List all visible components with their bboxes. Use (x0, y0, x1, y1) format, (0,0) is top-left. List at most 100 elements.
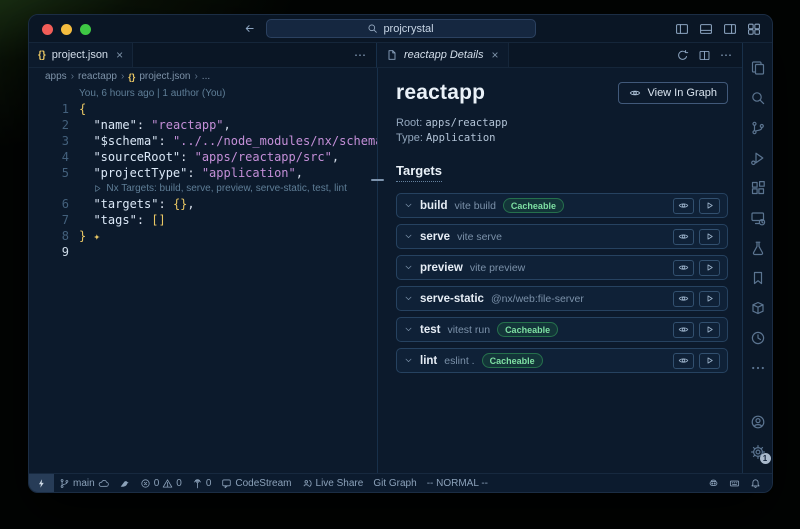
activity-item-testing[interactable] (743, 233, 773, 263)
close-icon[interactable]: × (492, 48, 499, 62)
activity-item-source-control[interactable] (743, 113, 773, 143)
status-remote-indicator[interactable] (29, 474, 54, 492)
tab-project-json[interactable]: {} project.json × (29, 43, 133, 67)
command-center-search[interactable]: projcrystal (266, 19, 536, 38)
code-line[interactable]: 8} ✦ (29, 228, 377, 244)
chevron-down-icon[interactable] (404, 325, 413, 334)
activity-item-settings-gear[interactable]: 1 (743, 437, 773, 467)
target-command: vite build (454, 200, 495, 212)
breadcrumb-item[interactable]: reactapp (78, 71, 117, 82)
target-row-lint[interactable]: linteslint .Cacheable (396, 348, 728, 373)
run-target-button[interactable] (699, 353, 720, 369)
layout-sidebar-right-icon[interactable] (723, 22, 737, 36)
activity-item-extensions[interactable] (743, 173, 773, 203)
status-git-branch[interactable]: main (54, 474, 114, 492)
code-editor[interactable]: apps›reactapp›{}project.json›... You, 6 … (29, 68, 377, 473)
target-row-serve[interactable]: servevite serve (396, 224, 728, 249)
layout-grid-icon[interactable] (747, 22, 761, 36)
activity-item-nx-console[interactable] (743, 293, 773, 323)
view-target-button[interactable] (673, 260, 694, 276)
eye-icon (678, 324, 689, 335)
run-target-button[interactable] (699, 229, 720, 245)
codelens[interactable]: Nx Targets: build, serve, preview, serve… (79, 181, 347, 196)
codelens[interactable]: You, 6 hours ago | 1 author (You) (79, 86, 225, 101)
close-window-button[interactable] (42, 24, 53, 35)
activity-item-more-views[interactable] (743, 353, 773, 383)
status-keyboard[interactable] (724, 474, 745, 492)
code-token: : (158, 197, 172, 211)
target-row-serve-static[interactable]: serve-static@nx/web:file-server (396, 286, 728, 311)
bookmarks-icon (750, 270, 766, 286)
sash-handle[interactable] (371, 179, 384, 181)
run-target-button[interactable] (699, 198, 720, 214)
activity-item-explorer[interactable] (743, 53, 773, 83)
lightning-icon (36, 478, 47, 489)
code-text: } ✦ (79, 228, 100, 244)
chevron-down-icon[interactable] (404, 201, 413, 210)
code-line[interactable]: 7 "tags": [] (29, 212, 377, 228)
code-line[interactable]: 5 "projectType": "application", (29, 165, 377, 181)
target-row-test[interactable]: testvitest runCacheable (396, 317, 728, 342)
code-token: "tags" (93, 213, 136, 227)
close-icon[interactable]: × (116, 48, 123, 62)
breadcrumb-item[interactable]: ... (202, 71, 210, 82)
view-target-button[interactable] (673, 198, 694, 214)
status-bird-status[interactable] (114, 474, 135, 492)
more-actions-icon[interactable]: ⋯ (345, 48, 376, 62)
breadcrumb-item[interactable]: project.json (139, 71, 190, 82)
layout-panel-icon[interactable] (699, 22, 713, 36)
line-number: 5 (29, 165, 69, 181)
chevron-down-icon[interactable] (404, 294, 413, 303)
code-line[interactable]: 9 (29, 244, 377, 260)
activity-item-time-tracker[interactable] (743, 323, 773, 353)
sparkle-icon: ✦ (93, 230, 100, 243)
view-target-button[interactable] (673, 322, 694, 338)
status-vim-mode[interactable]: -- NORMAL -- (422, 474, 493, 492)
status-problems[interactable]: 00 (135, 474, 187, 492)
code-line[interactable]: 4 "sourceRoot": "apps/reactapp/src", (29, 149, 377, 165)
zoom-window-button[interactable] (80, 24, 91, 35)
code-token: , (332, 150, 339, 164)
code-token: "application" (202, 166, 296, 180)
view-target-button[interactable] (673, 229, 694, 245)
code-token: "$schema" (93, 134, 158, 148)
run-target-button[interactable] (699, 260, 720, 276)
chevron-down-icon[interactable] (404, 263, 413, 272)
activity-item-bookmarks[interactable] (743, 263, 773, 293)
view-in-graph-button[interactable]: View In Graph (618, 82, 728, 104)
status-live-share[interactable]: Live Share (297, 474, 369, 492)
status-copilot[interactable] (703, 474, 724, 492)
activity-item-account[interactable] (743, 407, 773, 437)
more-actions-icon[interactable]: ⋯ (720, 48, 733, 62)
back-icon[interactable] (243, 22, 256, 35)
target-row-build[interactable]: buildvite buildCacheable (396, 193, 728, 218)
status-ports[interactable]: 0 (187, 474, 217, 492)
view-target-button[interactable] (673, 353, 694, 369)
chevron-down-icon[interactable] (404, 356, 413, 365)
run-target-button[interactable] (699, 322, 720, 338)
breadcrumb-item[interactable]: apps (45, 71, 67, 82)
minimize-window-button[interactable] (61, 24, 72, 35)
code-token: , (187, 197, 194, 211)
chevron-down-icon[interactable] (404, 232, 413, 241)
run-target-button[interactable] (699, 291, 720, 307)
activity-item-remote-explorer[interactable] (743, 203, 773, 233)
editor-split-divider[interactable] (377, 68, 378, 473)
code-line[interactable]: 3 "$schema": "../../node_modules/nx/sche… (29, 133, 377, 149)
status-codestream[interactable]: CodeStream (216, 474, 296, 492)
activity-item-search[interactable] (743, 83, 773, 113)
split-editor-icon[interactable] (698, 49, 711, 62)
view-target-button[interactable] (673, 291, 694, 307)
target-name: serve (420, 231, 450, 243)
status-notifications[interactable] (745, 474, 766, 492)
code-line[interactable]: 1{ (29, 101, 377, 117)
code-line[interactable]: 6 "targets": {}, (29, 196, 377, 212)
status-git-graph[interactable]: Git Graph (368, 474, 421, 492)
activity-item-run-and-debug[interactable] (743, 143, 773, 173)
layout-sidebar-left-icon[interactable] (675, 22, 689, 36)
tab-reactapp-details[interactable]: reactapp Details × (377, 43, 509, 67)
target-row-preview[interactable]: previewvite preview (396, 255, 728, 280)
code-token (79, 150, 93, 164)
refresh-icon[interactable] (676, 49, 689, 62)
code-line[interactable]: 2 "name": "reactapp", (29, 117, 377, 133)
